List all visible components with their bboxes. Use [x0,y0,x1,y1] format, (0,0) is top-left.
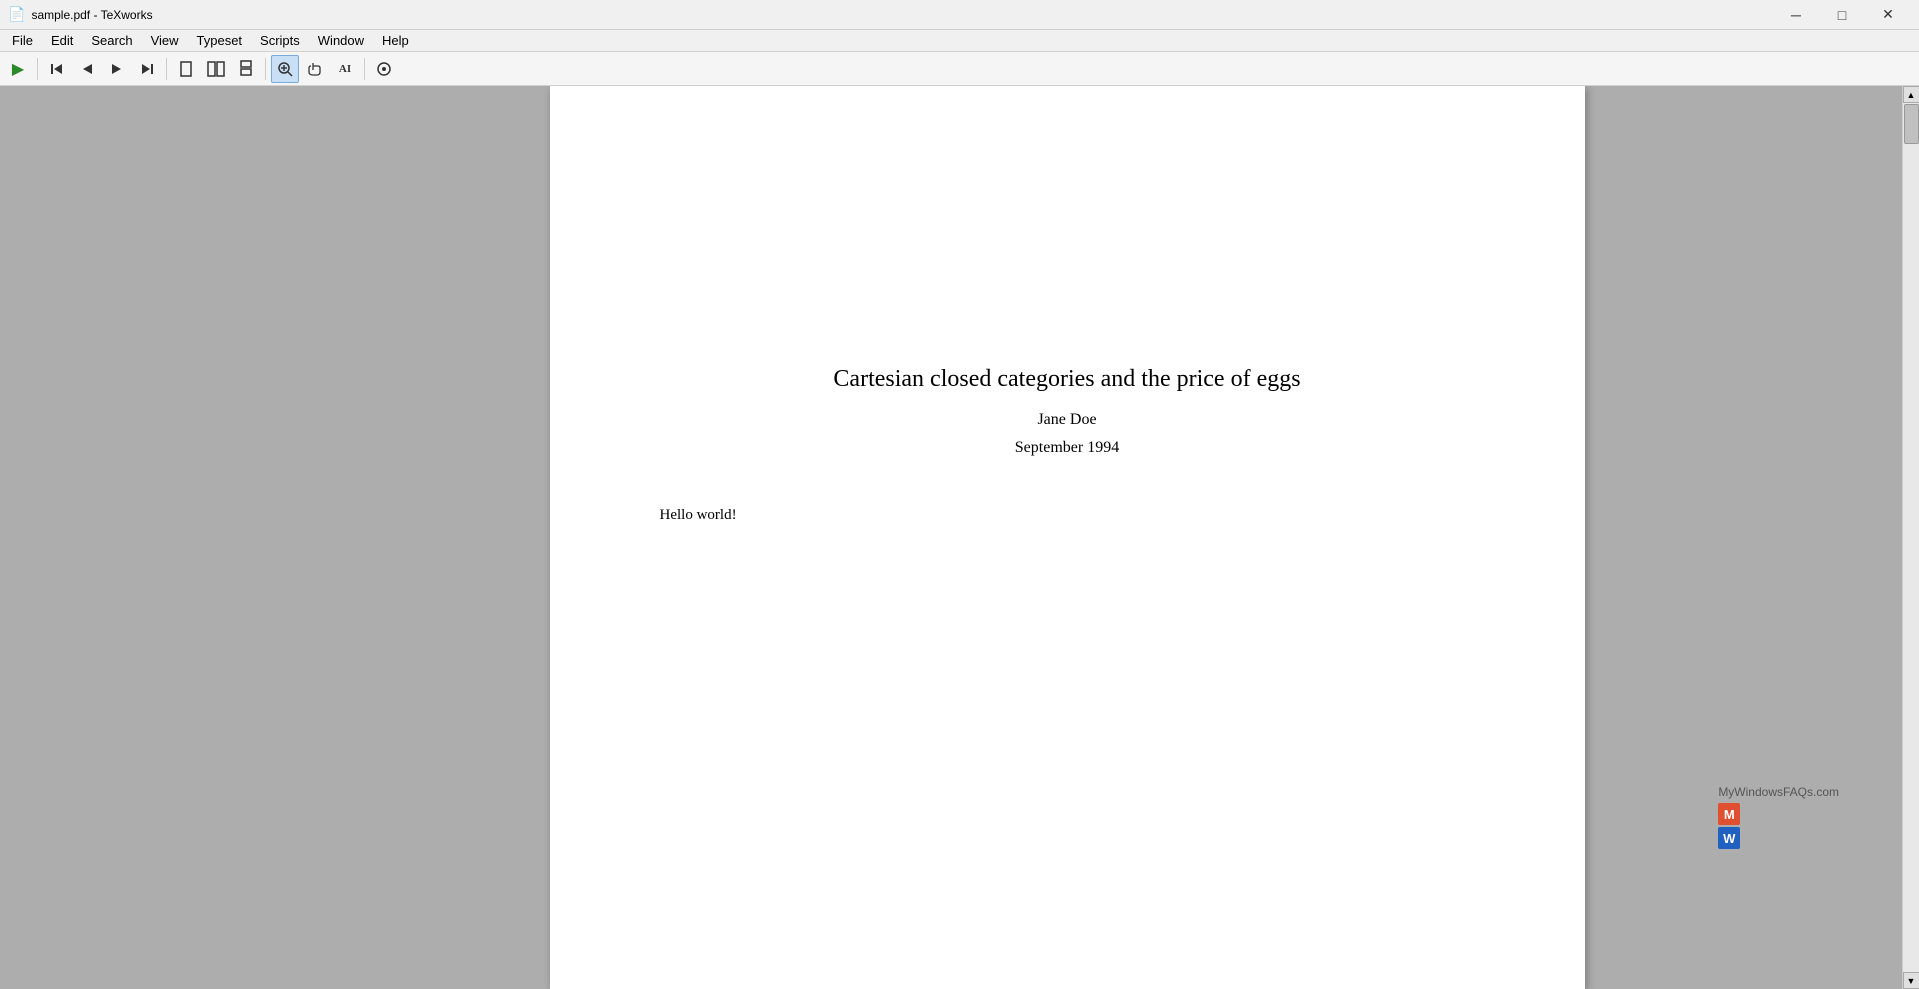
hand-tool-button[interactable] [301,55,329,83]
single-page-button[interactable] [172,55,200,83]
menu-window[interactable]: Window [310,31,372,50]
next-page-button[interactable] [103,55,131,83]
toolbar-separator-3 [265,58,266,80]
watermark-logo: M W [1718,803,1839,849]
pdf-date: September 1994 [1015,439,1119,457]
left-panel [0,86,232,989]
scroll-up-button[interactable]: ▲ [1903,86,1919,103]
menu-bar: File Edit Search View Typeset Scripts Wi… [0,30,1919,52]
logo-w-square: W [1718,827,1740,849]
minimize-button[interactable]: ─ [1773,0,1819,30]
text-select-button[interactable]: AI [331,55,359,83]
prev-page-button[interactable] [73,55,101,83]
last-page-button[interactable] [133,55,161,83]
pdf-body: Hello world! [630,507,1505,524]
menu-typeset[interactable]: Typeset [189,31,251,50]
app-icon: 📄 [8,6,25,23]
menu-edit[interactable]: Edit [43,31,81,50]
title-bar-controls: ─ □ ✕ [1773,0,1911,30]
maximize-button[interactable]: □ [1819,0,1865,30]
continuous-button[interactable] [232,55,260,83]
first-page-button[interactable] [43,55,71,83]
logo-m-square: M [1718,803,1740,825]
pdf-title: Cartesian closed categories and the pric… [833,366,1300,393]
zoom-button[interactable] [271,55,299,83]
menu-help[interactable]: Help [374,31,417,50]
toolbar: ▶ AI [0,52,1919,86]
scroll-track[interactable] [1903,103,1919,972]
toolbar-separator-2 [166,58,167,80]
watermark-text: MyWindowsFAQs.com [1718,785,1839,799]
pdf-area[interactable]: Cartesian closed categories and the pric… [232,86,1902,989]
sync-button[interactable] [370,55,398,83]
watermark: MyWindowsFAQs.com M W [1718,785,1839,849]
close-button[interactable]: ✕ [1865,0,1911,30]
pdf-page: Cartesian closed categories and the pric… [550,86,1585,989]
menu-scripts[interactable]: Scripts [252,31,308,50]
menu-view[interactable]: View [143,31,187,50]
title-bar: 📄 sample.pdf - TeXworks ─ □ ✕ [0,0,1919,30]
title-bar-left: 📄 sample.pdf - TeXworks [8,6,153,23]
scroll-thumb[interactable] [1904,104,1919,144]
logo-m-top: M W [1718,803,1740,849]
toolbar-separator-1 [37,58,38,80]
pdf-author: Jane Doe [1037,411,1096,429]
title-bar-text: sample.pdf - TeXworks [31,8,152,22]
facing-pages-button[interactable] [202,55,230,83]
toolbar-separator-4 [364,58,365,80]
scroll-down-button[interactable]: ▼ [1903,972,1919,989]
pdf-content: Cartesian closed categories and the pric… [550,86,1585,524]
scrollbar[interactable]: ▲ ▼ [1902,86,1919,989]
typeset-button[interactable]: ▶ [4,55,32,83]
menu-search[interactable]: Search [83,31,140,50]
menu-file[interactable]: File [4,31,41,50]
main-area: Cartesian closed categories and the pric… [0,86,1919,989]
